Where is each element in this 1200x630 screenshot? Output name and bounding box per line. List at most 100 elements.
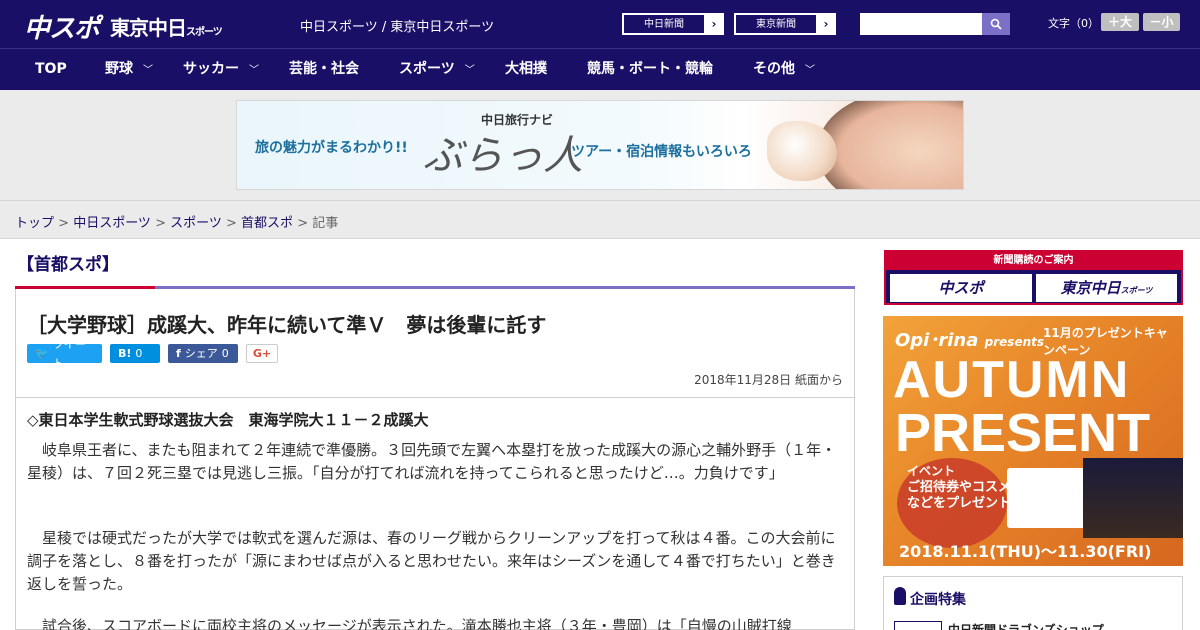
facebook-icon: f	[176, 347, 181, 360]
subscribe-tokyo-small: スポーツ	[1120, 286, 1153, 295]
share-buttons: 🐦 ツイート B! 0 f シェア 0 G+	[27, 338, 278, 370]
special-features-box: 企画特集 中日新聞ドラゴンズショップ	[883, 576, 1183, 630]
hatena-count: 0	[135, 347, 143, 360]
tokyo-logo-text: 東京中日	[110, 16, 187, 40]
nav-racing[interactable]: 競馬・ボート・競輪	[587, 49, 713, 91]
ad-presents: presents	[984, 335, 1045, 349]
ad-dates: 2018.11.1(THU)～11.30(FRI)	[899, 542, 1152, 561]
banner-tagline-right: ツアー・宿泊情報もいろいろ	[571, 144, 752, 160]
breadcrumb-bar: トップ > 中日スポーツ > スポーツ > 首都スポ > 記事	[0, 200, 1200, 239]
facebook-share-label: シェア	[184, 347, 218, 360]
chevron-right-icon: ›	[823, 17, 829, 31]
autumn-present-ad[interactable]: Opi･rina presents 11月のプレゼントキャンペーン AUTUMN…	[883, 316, 1183, 566]
nav-soccer[interactable]: サッカー ﹀	[183, 49, 259, 91]
breadcrumb-shutospo[interactable]: 首都スポ	[241, 216, 293, 231]
chuspo-logo[interactable]: 中スポ	[24, 8, 100, 45]
breadcrumb-chuspo[interactable]: 中日スポーツ	[73, 216, 151, 231]
search-icon	[990, 18, 1002, 30]
tweet-label: ツイート	[52, 337, 86, 370]
breadcrumb-separator: >	[226, 216, 242, 231]
search-box	[860, 13, 1010, 35]
article-paragraph: 岐阜県王者に、またも阻まれて２年連続で準優勝。３回先頭で左翼へ本塁打を放った成蹊…	[27, 441, 837, 482]
chevron-down-icon: ﹀	[464, 65, 475, 76]
ad-brand: Opi･rina presents	[895, 326, 1044, 352]
subscribe-tokyo-label: 東京中日	[1060, 279, 1121, 297]
subscribe-tokyo-chunichi-button[interactable]: 東京中日スポーツ	[1036, 274, 1177, 302]
nav-label: 野球	[105, 61, 133, 77]
nav-top[interactable]: TOP	[35, 49, 67, 91]
font-size-plus-button[interactable]: ＋大	[1101, 13, 1139, 31]
ad-brand-name: Opi･rina	[895, 330, 979, 351]
tweet-button[interactable]: 🐦 ツイート	[27, 338, 102, 370]
nav-entertainment[interactable]: 芸能・社会	[289, 49, 359, 91]
site-names: 中日スポーツ / 東京中日スポーツ	[300, 20, 495, 35]
facebook-share-button[interactable]: f シェア 0	[168, 344, 238, 363]
search-button[interactable]	[982, 13, 1010, 35]
banner-brand-small: 中日旅行ナビ	[481, 113, 554, 127]
ext-link-label: 東京新聞	[735, 14, 817, 34]
subscribe-chuspo-button[interactable]: 中スポ	[890, 274, 1032, 302]
ribbon-icon	[894, 587, 906, 605]
nav-other[interactable]: その他 ﹀	[753, 49, 815, 91]
search-input[interactable]	[860, 13, 982, 35]
banner-tagline-left: 旅の魅力がまるわかり!!	[255, 140, 408, 156]
article-paragraph: 星稜では硬式だったが大学では軟式を選んだ源は、春のリーグ戦からクリーンアップを打…	[27, 529, 836, 593]
breadcrumb-separator: >	[58, 216, 74, 231]
breadcrumb-sports[interactable]: スポーツ	[170, 216, 222, 231]
article-paragraph: 試合後、スコアボードに両校主将のメッセージが表示された。滝本勝也主将（３年・豊岡…	[42, 617, 792, 630]
breadcrumb-separator: >	[297, 216, 313, 231]
article: ［大学野球］成蹊大、昨年に続いて準Ｖ 夢は後輩に託す 🐦 ツイート B! 0 f…	[15, 289, 855, 630]
chevron-down-icon: ﹀	[249, 65, 259, 76]
ad-line1: AUTUMN	[893, 351, 1131, 409]
special-item-thumb[interactable]	[894, 621, 942, 630]
nav-sumo[interactable]: 大相撲	[505, 49, 547, 91]
google-plus-icon: G+	[252, 347, 272, 360]
twitter-icon: 🐦	[35, 347, 49, 360]
nav-baseball[interactable]: 野球 ﹀	[105, 49, 153, 91]
breadcrumb-top[interactable]: トップ	[15, 216, 54, 231]
banner-brand-big: ぶらっ人	[423, 133, 583, 179]
ad-circle-big: ご招待券やコスメなどをプレゼント!	[907, 480, 1017, 511]
tokyo-logo-small: スポーツ	[186, 27, 223, 38]
nav-label: 芸能・社会	[289, 61, 359, 77]
hatena-bookmark-button[interactable]: B! 0	[110, 344, 160, 363]
special-item-title[interactable]: 中日新聞ドラゴンズショップ	[948, 621, 1104, 630]
category-title: 【首都スポ】	[17, 255, 119, 275]
special-features-title: 企画特集	[910, 592, 966, 608]
night-castle-photo	[1083, 458, 1183, 538]
chunichi-shinbun-link[interactable]: 中日新聞 ›	[622, 13, 724, 35]
breadcrumb: トップ > 中日スポーツ > スポーツ > 首都スポ > 記事	[15, 212, 338, 231]
facebook-count: 0	[221, 347, 229, 360]
main-nav: TOP 野球 ﹀ サッカー ﹀ 芸能・社会 スポーツ ﹀ 大相撲 競馬・ボート・競輪 …	[0, 48, 1200, 90]
nav-label: スポーツ	[399, 61, 455, 77]
hatena-icon: B!	[118, 347, 132, 360]
tokyo-chunichi-logo[interactable]: 東京中日スポーツ	[110, 12, 223, 41]
article-dateline: 2018年11月28日 紙面から	[694, 373, 843, 387]
breadcrumb-current: 記事	[312, 216, 339, 231]
chevron-right-icon: ›	[711, 17, 717, 31]
article-headline: ［大学野球］成蹊大、昨年に続いて準Ｖ 夢は後輩に託す	[27, 313, 547, 337]
chevron-down-icon: ﹀	[143, 65, 153, 76]
model-photo	[817, 101, 963, 189]
nav-sports[interactable]: スポーツ ﹀	[399, 49, 475, 91]
nav-label: サッカー	[183, 61, 239, 77]
subscription-box: 新聞購読のご案内 中スポ 東京中日スポーツ	[884, 250, 1183, 305]
google-plus-button[interactable]: G+	[246, 344, 278, 363]
nav-label: TOP	[35, 61, 67, 77]
article-subhead: ◇東日本学生軟式野球選抜大会 東海学院大１１－２成蹊大	[27, 411, 429, 429]
ad-circle-small: イベント	[907, 464, 956, 478]
ad-line2: PRESENT	[895, 403, 1151, 463]
article-divider	[16, 397, 854, 398]
nav-label: 大相撲	[505, 61, 547, 77]
font-size-label: 文字（0）	[1048, 17, 1099, 30]
nav-label: 競馬・ボート・競輪	[587, 61, 713, 77]
nav-label: その他	[753, 61, 795, 77]
chevron-down-icon: ﹀	[805, 65, 815, 76]
travel-banner-ad[interactable]: 旅の魅力がまるわかり!! ぶらっ人 中日旅行ナビ ツアー・宿泊情報もいろいろ	[236, 100, 964, 190]
subscription-header: 新聞購読のご案内	[886, 252, 1181, 270]
breadcrumb-separator: >	[155, 216, 171, 231]
font-size-minus-button[interactable]: －小	[1143, 13, 1180, 31]
ext-link-label: 中日新聞	[623, 14, 705, 34]
top-header: 中スポ 東京中日スポーツ 中日スポーツ / 東京中日スポーツ 中日新聞 › 東京…	[0, 0, 1200, 48]
tokyo-shinbun-link[interactable]: 東京新聞 ›	[734, 13, 836, 35]
